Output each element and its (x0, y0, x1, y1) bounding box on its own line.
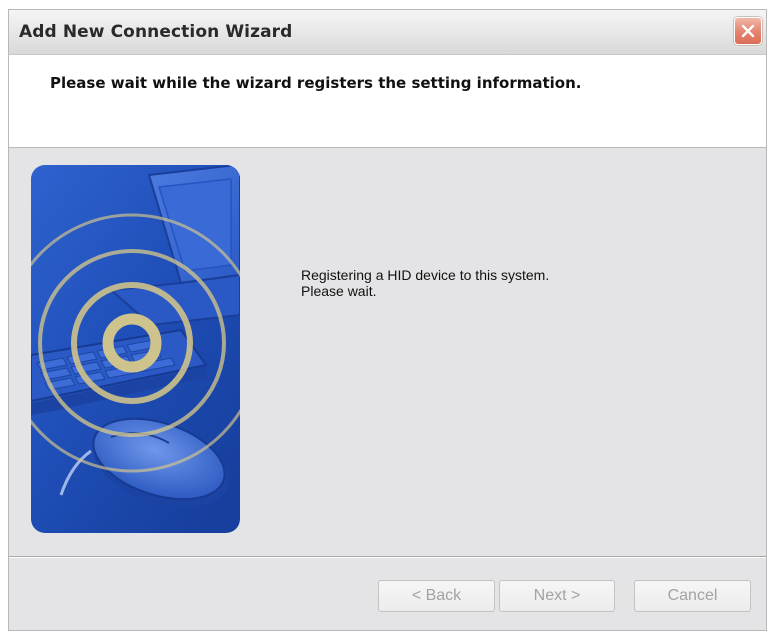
title-bar[interactable]: Add New Connection Wizard (9, 10, 766, 55)
close-icon (741, 24, 755, 38)
status-line: Please wait. (301, 283, 377, 299)
wireless-keyboard-mouse-illustration (31, 165, 240, 533)
button-bar: < Back Next > Cancel (9, 558, 766, 630)
status-line: Registering a HID device to this system. (301, 267, 550, 283)
cancel-button[interactable]: Cancel (634, 580, 751, 612)
next-button[interactable]: Next > (499, 580, 615, 612)
close-button[interactable] (734, 17, 762, 45)
header-title: Please wait while the wizard registers t… (50, 74, 582, 92)
content-area: Registering a HID device to this system.… (9, 148, 766, 556)
status-message: Registering a HID device to this system.… (301, 267, 549, 299)
wizard-window: Add New Connection Wizard Please wait wh… (8, 9, 767, 631)
header-panel: Please wait while the wizard registers t… (9, 55, 766, 148)
window-title: Add New Connection Wizard (19, 22, 293, 42)
back-button[interactable]: < Back (378, 580, 495, 612)
